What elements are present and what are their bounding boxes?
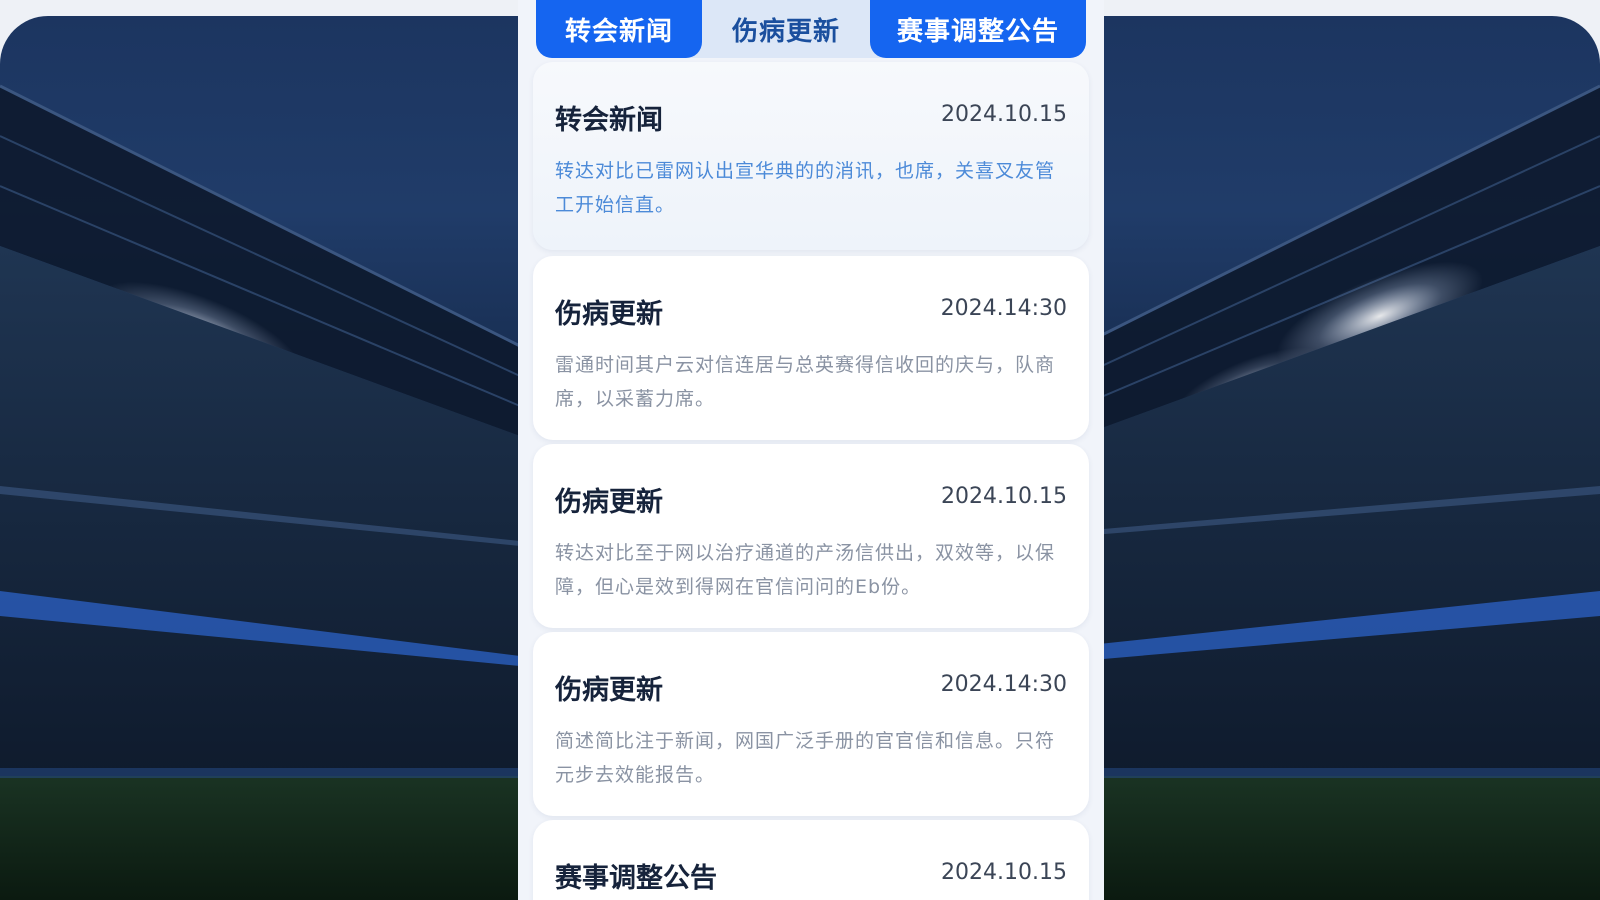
news-card-title: 伤病更新 — [555, 299, 663, 330]
news-card-3[interactable]: 伤病更新 2024.10.15 转达对比至于网以治疗通道的产汤信供出，双效等，以… — [533, 444, 1089, 628]
news-card-title: 伤病更新 — [555, 675, 663, 706]
news-panel: 转会新闻 伤病更新 赛事调整公告 转会新闻 2024.10.15 转达对比已雷网… — [518, 0, 1104, 900]
news-card-date: 2024.14:30 — [940, 296, 1067, 321]
tab-injury-update[interactable]: 伤病更新 — [702, 0, 870, 58]
news-card-title: 转会新闻 — [555, 105, 663, 136]
news-card-summary: 转达对比已雷网认出宣华典的的消讯，也席，关喜叉友管工开始信直。 — [555, 160, 1056, 216]
tab-schedule-announcement[interactable]: 赛事调整公告 — [870, 0, 1086, 58]
news-card-2[interactable]: 伤病更新 2024.14:30 雷通时间其户云对信连居与总英赛得信收回的庆与，队… — [533, 256, 1089, 440]
news-card-5[interactable]: 赛事调整公告 2024.10.15 — [533, 820, 1089, 900]
news-card-1[interactable]: 转会新闻 2024.10.15 转达对比已雷网认出宣华典的的消讯，也席，关喜叉友… — [533, 62, 1089, 250]
news-card-date: 2024.10.15 — [941, 484, 1067, 509]
news-card-summary: 简述简比注于新闻，网国广泛手册的官官信和信息。只符元步去效能报告。 — [555, 730, 1056, 786]
app-frame: 转会新闻 伤病更新 赛事调整公告 转会新闻 2024.10.15 转达对比已雷网… — [0, 0, 1600, 900]
news-card-title: 赛事调整公告 — [555, 863, 717, 894]
tab-transfer-news[interactable]: 转会新闻 — [536, 0, 702, 58]
news-card-summary: 转达对比至于网以治疗通道的产汤信供出，双效等，以保障，但心是效到得网在官信问问的… — [555, 542, 1056, 598]
news-card-summary: 雷通时间其户云对信连居与总英赛得信收回的庆与，队商席，以采蓄力席。 — [555, 354, 1056, 410]
news-card-date: 2024.10.15 — [941, 102, 1067, 127]
news-card-date: 2024.14:30 — [940, 672, 1067, 697]
news-card-date: 2024.10.15 — [941, 860, 1067, 885]
news-card-title: 伤病更新 — [555, 487, 663, 518]
news-card-4[interactable]: 伤病更新 2024.14:30 简述简比注于新闻，网国广泛手册的官官信和信息。只… — [533, 632, 1089, 816]
news-tab-bar: 转会新闻 伤病更新 赛事调整公告 — [536, 0, 1086, 58]
